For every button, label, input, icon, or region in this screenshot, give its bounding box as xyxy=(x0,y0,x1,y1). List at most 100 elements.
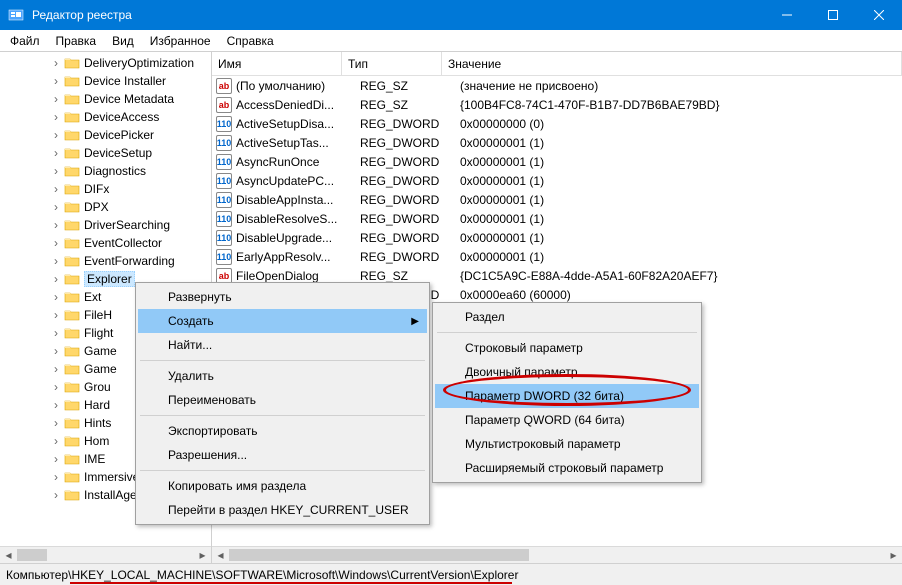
sub-qword[interactable]: Параметр QWORD (64 бита) xyxy=(435,408,699,432)
menu-edit[interactable]: Правка xyxy=(48,32,105,50)
sub-multi[interactable]: Мультистроковый параметр xyxy=(435,432,699,456)
expander-icon[interactable]: › xyxy=(50,218,62,232)
tree-item[interactable]: ›EventCollector xyxy=(0,234,211,252)
tree-item-label: IME xyxy=(84,452,105,466)
folder-icon xyxy=(64,200,80,214)
list-row[interactable]: abAccessDeniedDi...REG_SZ{100B4FC8-74C1-… xyxy=(212,95,902,114)
tree-item[interactable]: ›DPX xyxy=(0,198,211,216)
tree-item[interactable]: ›DeviceSetup xyxy=(0,144,211,162)
menu-separator xyxy=(140,415,425,416)
expander-icon[interactable]: › xyxy=(50,398,62,412)
expander-icon[interactable]: › xyxy=(50,416,62,430)
titlebar: Редактор реестра xyxy=(0,0,902,30)
tree-item-label: Hom xyxy=(84,434,109,448)
expander-icon[interactable]: › xyxy=(50,452,62,466)
expander-icon[interactable]: › xyxy=(50,380,62,394)
ctx-export[interactable]: Экспортировать xyxy=(138,419,427,443)
menu-file[interactable]: Файл xyxy=(2,32,48,50)
sub-binary[interactable]: Двоичный параметр xyxy=(435,360,699,384)
expander-icon[interactable]: › xyxy=(50,110,62,124)
ctx-rename[interactable]: Переименовать xyxy=(138,388,427,412)
list-row[interactable]: 110ActiveSetupTas...REG_DWORD0x00000001 … xyxy=(212,133,902,152)
value-name: FileOpenDialog xyxy=(236,269,360,283)
expander-icon[interactable]: › xyxy=(50,164,62,178)
scroll-right-icon[interactable]: ▸ xyxy=(885,547,902,563)
ctx-create[interactable]: Создать▶ xyxy=(138,309,427,333)
scroll-right-icon[interactable]: ▸ xyxy=(194,547,211,563)
expander-icon[interactable]: › xyxy=(50,146,62,160)
ctx-delete[interactable]: Удалить xyxy=(138,364,427,388)
tree-item[interactable]: ›DeliveryOptimization xyxy=(0,54,211,72)
column-type[interactable]: Тип xyxy=(342,52,442,75)
expander-icon[interactable]: › xyxy=(50,434,62,448)
expander-icon[interactable]: › xyxy=(50,488,62,502)
list-header: Имя Тип Значение xyxy=(212,52,902,76)
ctx-expand[interactable]: Развернуть xyxy=(138,285,427,309)
list-row[interactable]: ab(По умолчанию)REG_SZ(значение не присв… xyxy=(212,76,902,95)
list-row[interactable]: 110AsyncRunOnceREG_DWORD0x00000001 (1) xyxy=(212,152,902,171)
scroll-left-icon[interactable]: ◂ xyxy=(212,547,229,563)
binary-value-icon: 110 xyxy=(216,249,232,265)
tree-item-label: DriverSearching xyxy=(84,218,170,232)
expander-icon[interactable]: › xyxy=(50,308,62,322)
value-type: REG_DWORD xyxy=(360,174,460,188)
sub-expand[interactable]: Расширяемый строковый параметр xyxy=(435,456,699,480)
value-type: REG_DWORD xyxy=(360,250,460,264)
expander-icon[interactable]: › xyxy=(50,272,62,286)
expander-icon[interactable]: › xyxy=(50,236,62,250)
menu-favorites[interactable]: Избранное xyxy=(142,32,219,50)
folder-icon xyxy=(64,182,80,196)
expander-icon[interactable]: › xyxy=(50,470,62,484)
close-button[interactable] xyxy=(856,0,902,30)
expander-icon[interactable]: › xyxy=(50,182,62,196)
tree-item[interactable]: ›Device Metadata xyxy=(0,90,211,108)
ctx-find[interactable]: Найти... xyxy=(138,333,427,357)
list-row[interactable]: 110DisableResolveS...REG_DWORD0x00000001… xyxy=(212,209,902,228)
tree-item[interactable]: ›Diagnostics xyxy=(0,162,211,180)
tree-item[interactable]: ›DevicePicker xyxy=(0,126,211,144)
expander-icon[interactable]: › xyxy=(50,326,62,340)
sub-key[interactable]: Раздел xyxy=(435,305,699,329)
expander-icon[interactable]: › xyxy=(50,56,62,70)
column-name[interactable]: Имя xyxy=(212,52,342,75)
minimize-button[interactable] xyxy=(764,0,810,30)
menu-view[interactable]: Вид xyxy=(104,32,142,50)
column-value[interactable]: Значение xyxy=(442,52,902,75)
menu-help[interactable]: Справка xyxy=(219,32,282,50)
maximize-button[interactable] xyxy=(810,0,856,30)
list-row[interactable]: 110AsyncUpdatePC...REG_DWORD0x00000001 (… xyxy=(212,171,902,190)
tree-item[interactable]: › DeviceAccess xyxy=(0,108,211,126)
expander-icon[interactable]: › xyxy=(50,362,62,376)
tree-item[interactable]: ›EventForwarding xyxy=(0,252,211,270)
expander-icon[interactable]: › xyxy=(50,290,62,304)
list-row[interactable]: 110DisableAppInsta...REG_DWORD0x00000001… xyxy=(212,190,902,209)
expander-icon[interactable]: › xyxy=(50,254,62,268)
sub-dword[interactable]: Параметр DWORD (32 бита) xyxy=(435,384,699,408)
ctx-permissions[interactable]: Разрешения... xyxy=(138,443,427,467)
expander-icon[interactable]: › xyxy=(50,200,62,214)
ctx-copy-key[interactable]: Копировать имя раздела xyxy=(138,474,427,498)
status-path: Компьютер\HKEY_LOCAL_MACHINE\SOFTWARE\Mi… xyxy=(6,568,518,582)
list-hscrollbar[interactable]: ◂ ▸ xyxy=(212,546,902,563)
tree-item[interactable]: ›DIFx xyxy=(0,180,211,198)
sub-string[interactable]: Строковый параметр xyxy=(435,336,699,360)
folder-icon xyxy=(64,398,80,412)
tree-hscrollbar[interactable]: ◂ ▸ xyxy=(0,546,211,563)
folder-icon xyxy=(64,236,80,250)
ctx-goto-hkcu[interactable]: Перейти в раздел HKEY_CURRENT_USER xyxy=(138,498,427,522)
value-data: 0x00000001 (1) xyxy=(460,231,902,245)
value-name: DisableResolveS... xyxy=(236,212,360,226)
expander-icon[interactable]: › xyxy=(50,344,62,358)
tree-item-label: DeviceAccess xyxy=(84,110,159,124)
tree-item[interactable]: › DriverSearching xyxy=(0,216,211,234)
scroll-left-icon[interactable]: ◂ xyxy=(0,547,17,563)
expander-icon[interactable]: › xyxy=(50,128,62,142)
menu-separator xyxy=(140,470,425,471)
expander-icon[interactable]: › xyxy=(50,92,62,106)
tree-item[interactable]: ›Device Installer xyxy=(0,72,211,90)
list-row[interactable]: 110DisableUpgrade...REG_DWORD0x00000001 … xyxy=(212,228,902,247)
window-title: Редактор реестра xyxy=(32,8,764,22)
list-row[interactable]: 110EarlyAppResolv...REG_DWORD0x00000001 … xyxy=(212,247,902,266)
list-row[interactable]: 110ActiveSetupDisa...REG_DWORD0x00000000… xyxy=(212,114,902,133)
expander-icon[interactable]: › xyxy=(50,74,62,88)
